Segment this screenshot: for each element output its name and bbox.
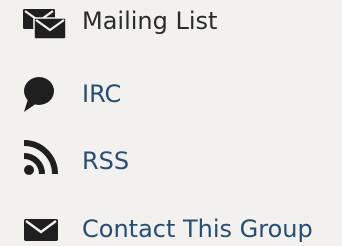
contact-group-label: Contact This Group — [82, 215, 313, 243]
irc-label: IRC — [82, 80, 122, 108]
envelope-icon — [20, 210, 70, 246]
contact-group-link[interactable]: Contact This Group — [0, 210, 342, 246]
rss-label: RSS — [82, 147, 130, 175]
group-links-list: Mailing List IRC RSS Contact This Group — [0, 0, 342, 246]
rss-link[interactable]: RSS — [0, 139, 342, 179]
envelopes-icon — [20, 3, 70, 43]
mailing-list-label: Mailing List — [82, 7, 218, 35]
speech-bubble-icon — [20, 74, 70, 114]
irc-link[interactable]: IRC — [0, 74, 342, 114]
rss-feed-icon — [20, 139, 70, 179]
mailing-list-link[interactable]: Mailing List — [0, 3, 342, 43]
